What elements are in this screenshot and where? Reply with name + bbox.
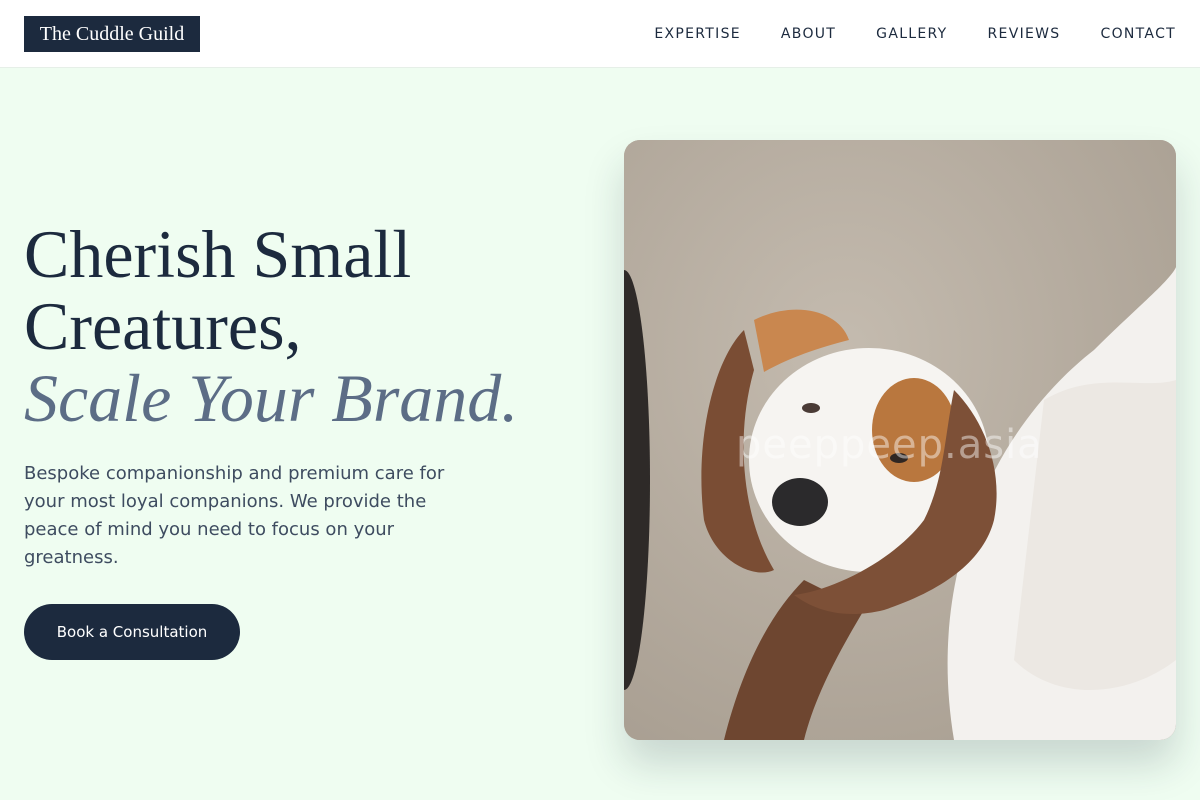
book-consultation-button[interactable]: Book a Consultation (24, 604, 240, 660)
hero-description: Bespoke companionship and premium care f… (24, 463, 445, 568)
site-header: The Cuddle Guild EXPERTISE ABOUT GALLERY… (0, 0, 1200, 68)
hero-title-line-2: Creatures, (24, 288, 302, 364)
brand-logo[interactable]: The Cuddle Guild (24, 16, 200, 52)
landing-page: The Cuddle Guild EXPERTISE ABOUT GALLERY… (0, 0, 1200, 800)
nav-link-about[interactable]: ABOUT (781, 24, 836, 44)
hero-title-accent: Scale Your Brand. (24, 360, 519, 436)
nav-link-reviews[interactable]: REVIEWS (988, 24, 1061, 44)
nav-link-expertise[interactable]: EXPERTISE (654, 24, 741, 44)
image-watermark: peeppeep.asia (736, 422, 1043, 468)
main-nav: EXPERTISE ABOUT GALLERY REVIEWS CONTACT (654, 24, 1176, 44)
hero-title: Cherish Small Creatures, Scale Your Bran… (24, 218, 604, 434)
nav-link-gallery[interactable]: GALLERY (876, 24, 947, 44)
hero-image: peeppeep.asia (624, 140, 1176, 740)
hero-title-line-1: Cherish Small (24, 216, 412, 292)
nav-link-contact[interactable]: CONTACT (1101, 24, 1177, 44)
